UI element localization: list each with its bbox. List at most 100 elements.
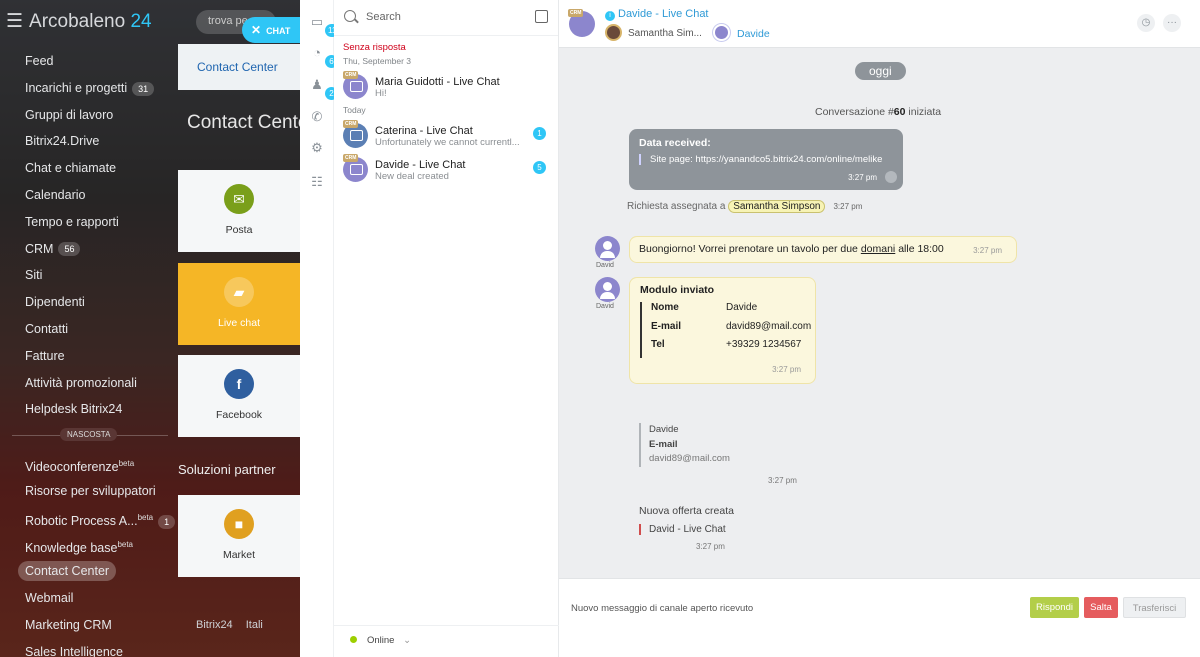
form-title: Modulo inviato (640, 284, 715, 296)
form-row: Nome Davide (651, 302, 811, 321)
history-icon[interactable]: ◷ (1137, 14, 1155, 32)
menu-item[interactable]: Risorse per sviluppatori (0, 478, 180, 505)
status-selector[interactable]: Online ⌄ (334, 625, 559, 657)
menu-counter: 1 (158, 514, 176, 529)
menu-item-label: Incarichi e progetti (25, 80, 128, 95)
language-selector[interactable]: Itali (246, 619, 263, 631)
date-link[interactable]: domani (861, 243, 895, 255)
avatar[interactable] (595, 236, 620, 261)
site-page-line[interactable]: Site page: https://yanandco5.bitrix24.co… (639, 154, 882, 165)
assigned-text: Richiesta assegnata a (627, 201, 726, 212)
menu-item[interactable]: Fatture (0, 343, 180, 370)
openlines-icon[interactable]: ◔ 6 (309, 45, 338, 68)
tile-posta[interactable]: ✉ Posta (178, 170, 300, 252)
conversation-item[interactable]: CRM Davide - Live Chat New deal created … (334, 153, 558, 187)
lock-icon (885, 171, 897, 183)
chat-dialog: CRM i Davide - Live Chat Samantha Sim... … (559, 0, 1200, 657)
hidden-separator[interactable]: NASCOSTA (0, 423, 180, 451)
search-bar[interactable]: Search (334, 0, 558, 36)
menu-item[interactable]: Calendario (0, 182, 180, 209)
status-label: Online (367, 635, 395, 646)
menu-item[interactable]: Attività promozionali (0, 370, 180, 397)
search-icon (344, 10, 356, 22)
conversation-preview: New deal created (375, 171, 449, 182)
operator-avatar[interactable] (605, 24, 622, 41)
deal-link[interactable]: David - Live Chat (639, 524, 726, 535)
avatar[interactable] (595, 277, 620, 302)
menu-item[interactable]: Videoconferenzebeta (0, 451, 180, 478)
message-time: 3:27 pm (696, 542, 725, 551)
menu-item[interactable]: Robotic Process A...beta 1 (0, 505, 180, 532)
date-separator: Thu, September 3 (343, 56, 412, 66)
menu-item[interactable]: Dipendenti (0, 289, 180, 316)
conversation-item[interactable]: CRM Caterina - Live Chat Unfortunately w… (334, 119, 558, 153)
recent-conversations: Search Senza risposta Thu, September 3 C… (334, 0, 559, 657)
beta-tag: beta (118, 459, 135, 469)
dialog-title[interactable]: i Davide - Live Chat (605, 8, 709, 21)
beta-tag: beta (117, 539, 134, 549)
skip-button[interactable]: Salta (1084, 597, 1118, 618)
menu-item-label: Contatti (25, 321, 69, 336)
form-value: david89@mail.com (726, 320, 812, 332)
portal-logo[interactable]: ☰ Arcobaleno 24 (6, 10, 152, 33)
menu-item[interactable]: Marketing CRM (0, 612, 180, 639)
tasks-chat-icon[interactable]: ☷ (309, 174, 325, 190)
quote-key: E-mail (649, 438, 678, 450)
client-name[interactable]: Davide (737, 28, 770, 40)
sys-text: iniziata (905, 106, 942, 118)
menu-item-label: Tempo e rapporti (25, 214, 119, 229)
menu-item[interactable]: Tempo e rapporti (0, 209, 180, 236)
chat-bubbles-icon: ▰ (224, 277, 254, 307)
client-message: Buongiorno! Vorrei prenotare un tavolo p… (629, 236, 1017, 263)
message-list[interactable]: oggi Conversazione #60 iniziata Data rec… (559, 48, 1200, 578)
hidden-label: NASCOSTA (60, 428, 118, 442)
operator-name[interactable]: Samantha Sim... (628, 28, 702, 39)
avatar: CRM (343, 71, 368, 99)
message-time: 3:27 pm (772, 365, 801, 374)
message-time: 3:27 pm (768, 476, 797, 485)
box-icon: ■ (224, 509, 254, 539)
section-unanswered: Senza risposta (343, 42, 406, 53)
transfer-button[interactable]: Trasferisci (1123, 597, 1186, 618)
assigned-user[interactable]: Samantha Simpson (728, 200, 826, 213)
menu-item-label: Sales Intelligence (25, 644, 123, 657)
conversation-preview: Hi! (375, 88, 387, 99)
menu-item[interactable]: Sales Intelligence (0, 639, 180, 657)
quote-email[interactable]: david89@mail.com (649, 452, 730, 467)
menu-item[interactable]: Feed (0, 48, 180, 75)
menu-item[interactable]: Helpdesk Bitrix24 (0, 396, 180, 423)
menu-item[interactable]: Incarichi e progetti 31 (0, 75, 180, 102)
left-menu: Feed Incarichi e progetti 31 Gruppi di lavo… (0, 48, 180, 657)
conversation-item[interactable]: CRM Maria Guidotti - Live Chat Hi! (334, 70, 558, 104)
form-rows: Nome Davide E-mail david89@mail.com Tel +39… (640, 302, 811, 358)
menu-item[interactable]: Contatti (0, 316, 180, 343)
chat-icon[interactable]: ▭ 11 (309, 14, 340, 37)
tile-live-chat[interactable]: ▰ Live chat (178, 263, 300, 345)
more-icon[interactable]: ··· (1163, 14, 1181, 32)
tile-facebook[interactable]: f Facebook (178, 355, 300, 437)
menu-item[interactable]: Bitrix24.Drive (0, 128, 180, 155)
menu-item[interactable]: Knowledge basebeta (0, 532, 180, 559)
menu-item[interactable]: CRM 56 (0, 236, 180, 263)
close-icon: ✕ (251, 23, 262, 37)
menu-item[interactable]: Chat e chiamate (0, 155, 180, 182)
menu-item[interactable]: Contact Center (0, 558, 180, 585)
tab-contact-center[interactable]: Contact Center (178, 44, 300, 90)
tile-market[interactable]: ■ Market (178, 495, 300, 577)
menu-item[interactable]: Siti (0, 262, 180, 289)
conversation-title: Maria Guidotti - Live Chat (375, 76, 500, 88)
notifications-icon[interactable]: ♟ 2 (309, 77, 338, 100)
form-key: Tel (651, 339, 665, 350)
form-message: Modulo inviato Nome Davide E-mail david89@… (629, 277, 816, 384)
search-input[interactable]: Search (366, 11, 401, 23)
chat-close-button[interactable]: ✕ CHAT (242, 17, 300, 43)
gear-icon[interactable]: ⚙ (309, 140, 325, 156)
menu-item-label: Bitrix24.Drive (25, 134, 100, 149)
reply-button[interactable]: Rispondi (1030, 597, 1079, 618)
new-chat-icon[interactable] (535, 10, 548, 23)
phone-icon[interactable]: ✆ (309, 109, 325, 125)
menu-item[interactable]: Gruppi di lavoro (0, 102, 180, 129)
client-avatar[interactable] (713, 24, 730, 41)
menu-icon[interactable]: ☰ (6, 10, 23, 33)
menu-item[interactable]: Webmail (0, 585, 180, 612)
